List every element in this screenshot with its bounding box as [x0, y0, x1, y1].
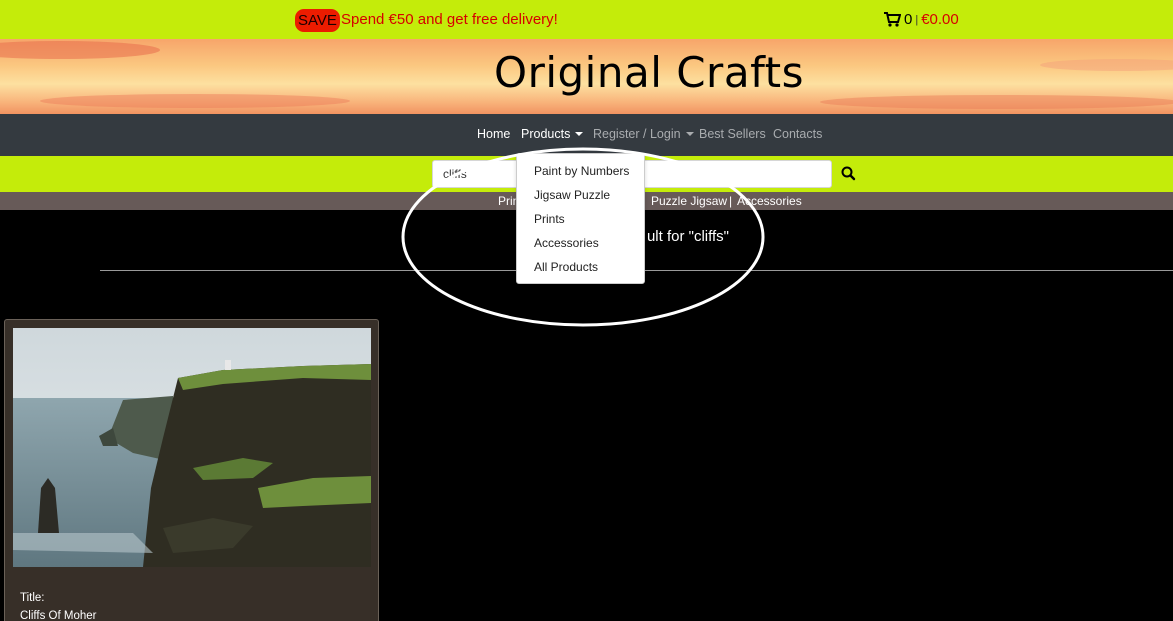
promo-bar: SAVE Spend €50 and get free delivery! 0 … [0, 0, 1173, 39]
save-badge: SAVE [295, 9, 340, 32]
nav-products-label: Products [521, 127, 571, 141]
cart-link[interactable]: 0 | €0.00 [884, 11, 959, 28]
dropdown-item-all-products[interactable]: All Products [534, 260, 598, 274]
search-icon[interactable] [840, 165, 858, 183]
card-title-value[interactable]: Cliffs Of Moher [20, 610, 96, 621]
cart-separator: | [915, 13, 919, 26]
product-image[interactable] [13, 328, 371, 567]
category-puzzle-jigsaw[interactable]: Puzzle Jigsaw [651, 194, 727, 208]
dropdown-item-jigsaw-puzzle[interactable]: Jigsaw Puzzle [534, 188, 610, 202]
nav-register-label: Register / Login [593, 127, 681, 141]
category-accessories[interactable]: Accessories [737, 194, 802, 208]
chevron-down-icon [575, 132, 584, 136]
dropdown-item-prints[interactable]: Prints [534, 212, 565, 226]
nav-products[interactable]: Products [521, 127, 584, 141]
products-dropdown-menu: Paint by Numbers Jigsaw Puzzle Prints Ac… [516, 153, 645, 284]
card-title-label: Title: [20, 592, 45, 604]
nav-best-sellers[interactable]: Best Sellers [699, 127, 766, 141]
header-banner: Original Crafts [0, 39, 1173, 114]
promo-text: Spend €50 and get free delivery! [341, 11, 558, 28]
nav-home[interactable]: Home [477, 127, 510, 141]
product-card[interactable]: Title: Cliffs Of Moher [4, 319, 379, 621]
main-navbar: Home Products Register / Login Best Sell… [0, 114, 1173, 156]
dropdown-item-accessories[interactable]: Accessories [534, 236, 599, 250]
category-separator: | [729, 194, 733, 208]
nav-contacts[interactable]: Contacts [773, 127, 822, 141]
cart-count: 0 [904, 11, 913, 28]
cart-total: €0.00 [921, 11, 959, 28]
site-title[interactable]: Original Crafts [0, 48, 1173, 97]
chevron-down-icon [685, 132, 694, 136]
dropdown-item-paint-by-numbers[interactable]: Paint by Numbers [534, 164, 629, 178]
cart-icon [884, 12, 901, 27]
nav-register-login[interactable]: Register / Login [593, 127, 694, 141]
